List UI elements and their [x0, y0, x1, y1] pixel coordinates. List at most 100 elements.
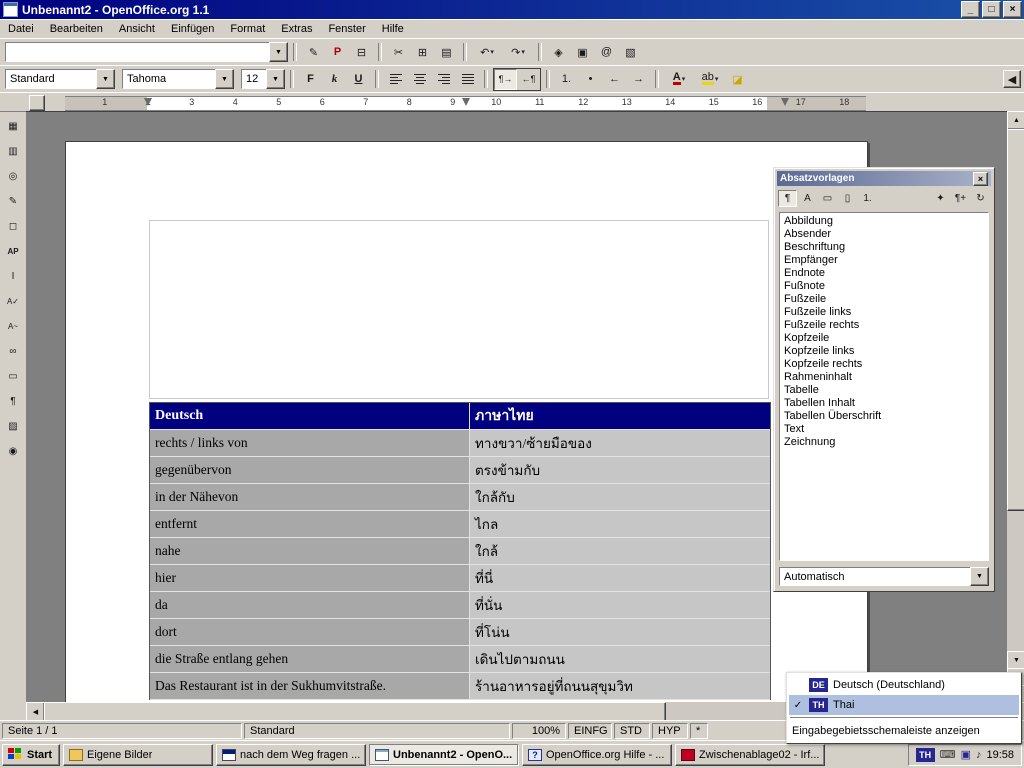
increase-indent-icon[interactable]: →: [627, 69, 650, 90]
scroll-left-icon[interactable]: ◀: [26, 702, 45, 722]
style-list-item[interactable]: Tabelle: [781, 384, 988, 397]
style-list-item[interactable]: Endnote: [781, 267, 988, 280]
align-left-icon[interactable]: [384, 69, 407, 90]
style-list-item[interactable]: Fußzeile rechts: [781, 319, 988, 332]
hyperlink-mode-indicator[interactable]: HYP: [652, 723, 688, 739]
minimize-icon[interactable]: _: [961, 1, 980, 18]
taskbar-button-irfanview[interactable]: Zwischenablage02 - Irf...: [675, 744, 825, 766]
horizontal-scrollbar-thumb[interactable]: [44, 702, 666, 722]
cell-thai[interactable]: ทางขวา/ซ้ายมือของ: [470, 430, 770, 457]
style-list-item[interactable]: Fußzeile: [781, 293, 988, 306]
language-indicator[interactable]: TH: [916, 748, 935, 762]
horizontal-ruler[interactable]: 123456789101112131415161718: [0, 92, 1024, 111]
keyboard-icon[interactable]: ⌨: [940, 748, 956, 761]
direct-cursor-icon[interactable]: I: [2, 265, 24, 287]
style-filter-combobox[interactable]: Automatisch ▼: [779, 567, 989, 586]
hyperlink-icon[interactable]: @: [595, 42, 618, 63]
table-header-thai[interactable]: ภาษาไทย: [470, 403, 770, 430]
cell-german[interactable]: entfernt: [150, 511, 470, 538]
menu-item[interactable]: Hilfe: [374, 21, 412, 37]
menu-item-thai[interactable]: ✓ TH Thai: [789, 695, 1019, 715]
justify-icon[interactable]: [456, 69, 479, 90]
menu-item[interactable]: Datei: [0, 21, 42, 37]
font-name-value[interactable]: Tahoma: [122, 69, 216, 89]
style-list-item[interactable]: Abbildung: [781, 215, 988, 228]
cell-thai[interactable]: ร้านอาหารอยู่ที่ถนนสุขุมวิท: [470, 673, 770, 700]
frame-styles-icon[interactable]: ▭: [818, 190, 837, 207]
insert-object-icon[interactable]: ◎: [2, 165, 24, 187]
spellcheck-icon[interactable]: A✓: [2, 290, 24, 312]
close-icon[interactable]: ×: [973, 172, 988, 186]
cell-german[interactable]: Das Restaurant ist in der Sukhumvitstraß…: [150, 673, 470, 700]
taskbar-button-help[interactable]: ? OpenOffice.org Hilfe - ...: [522, 744, 672, 766]
autotext-icon[interactable]: AP: [2, 240, 24, 262]
cell-german[interactable]: nahe: [150, 538, 470, 565]
cell-german[interactable]: gegenübervon: [150, 457, 470, 484]
indent-marker-right[interactable]: [781, 98, 789, 106]
font-name-combobox[interactable]: Tahoma ▼: [122, 69, 234, 89]
taskbar-button-weg-fragen[interactable]: nach dem Weg fragen ...: [216, 744, 366, 766]
gallery-icon[interactable]: ▧: [619, 42, 642, 63]
dropdown-arrow-icon[interactable]: ▼: [269, 42, 288, 62]
style-list-item[interactable]: Kopfzeile links: [781, 345, 988, 358]
paragraph-style-combobox[interactable]: Standard ▼: [5, 69, 115, 89]
numbering-styles-icon[interactable]: 1.: [858, 190, 877, 207]
cut-icon[interactable]: ✂: [387, 42, 410, 63]
style-list-item[interactable]: Zeichnung: [781, 436, 988, 449]
stylist-title-bar[interactable]: Absatzvorlagen ×: [777, 171, 991, 186]
maximize-icon[interactable]: □: [982, 1, 1001, 18]
indent-marker-left[interactable]: [144, 98, 152, 106]
italic-icon[interactable]: k: [323, 69, 346, 90]
menu-item[interactable]: Bearbeiten: [42, 21, 111, 37]
menu-item-input-locale-toolbar[interactable]: Eingabegebietsschemaleiste anzeigen: [789, 721, 1019, 741]
font-size-value[interactable]: 12: [241, 69, 267, 89]
style-list-item[interactable]: Tabellen Überschrift: [781, 410, 988, 423]
cell-german[interactable]: hier: [150, 565, 470, 592]
scroll-up-icon[interactable]: ▲: [1007, 111, 1024, 130]
cell-thai[interactable]: ใกล้กับ: [470, 484, 770, 511]
paste-icon[interactable]: ▤: [435, 42, 458, 63]
background-color-icon[interactable]: ◪: [726, 69, 749, 90]
page-style-indicator[interactable]: Standard: [244, 723, 510, 739]
style-list-item[interactable]: Text: [781, 423, 988, 436]
cell-german[interactable]: rechts / links von: [150, 430, 470, 457]
style-list-item[interactable]: Kopfzeile: [781, 332, 988, 345]
insert-fields-icon[interactable]: ▥: [2, 140, 24, 162]
page-styles-icon[interactable]: ▯: [838, 190, 857, 207]
menu-item[interactable]: Einfügen: [163, 21, 222, 37]
autospellcheck-icon[interactable]: A~: [2, 315, 24, 337]
decrease-indent-icon[interactable]: ←: [603, 69, 626, 90]
vertical-scrollbar[interactable]: ▲ ▼ ⇈ ● ⇊: [1007, 111, 1024, 720]
document-page[interactable]: Deutsch ภาษาไทย rechts / links von ทางขว…: [65, 141, 868, 702]
cell-german[interactable]: in der Nähevon: [150, 484, 470, 511]
style-filter-value[interactable]: Automatisch: [779, 567, 971, 586]
url-input[interactable]: [5, 42, 270, 62]
menu-item[interactable]: Ansicht: [111, 21, 163, 37]
cell-german[interactable]: da: [150, 592, 470, 619]
bullets-icon[interactable]: •: [579, 69, 602, 90]
cell-thai[interactable]: ที่นั่น: [470, 592, 770, 619]
cell-german[interactable]: die Straße entlang gehen: [150, 646, 470, 673]
toolbar-more-icon[interactable]: ◀: [1003, 70, 1021, 88]
cell-thai[interactable]: ที่นี่: [470, 565, 770, 592]
url-combobox[interactable]: ▼: [5, 42, 288, 62]
undo-button[interactable]: ↶ ▾: [472, 42, 502, 63]
table-header-german[interactable]: Deutsch: [150, 403, 470, 430]
insert-icon[interactable]: ▦: [2, 115, 24, 137]
nonprinting-chars-icon[interactable]: ¶: [2, 390, 24, 412]
align-right-icon[interactable]: [432, 69, 455, 90]
style-list-item[interactable]: Beschriftung: [781, 241, 988, 254]
underline-icon[interactable]: U: [347, 69, 370, 90]
stylist-icon[interactable]: ▣: [571, 42, 594, 63]
font-size-combobox[interactable]: 12 ▼: [241, 69, 285, 89]
insert-frame-icon[interactable]: ▭: [2, 365, 24, 387]
menu-item[interactable]: Format: [222, 21, 273, 37]
numbering-icon[interactable]: 1.: [555, 69, 578, 90]
close-icon[interactable]: ×: [1003, 1, 1022, 18]
style-list-item[interactable]: Rahmeninhalt: [781, 371, 988, 384]
vertical-scrollbar-thumb[interactable]: [1007, 129, 1024, 511]
dropdown-arrow-icon[interactable]: ▼: [970, 567, 989, 586]
print-icon[interactable]: ⊟: [350, 42, 373, 63]
right-to-left-icon[interactable]: ←¶: [517, 69, 540, 90]
draw-functions-icon[interactable]: ✎: [2, 190, 24, 212]
